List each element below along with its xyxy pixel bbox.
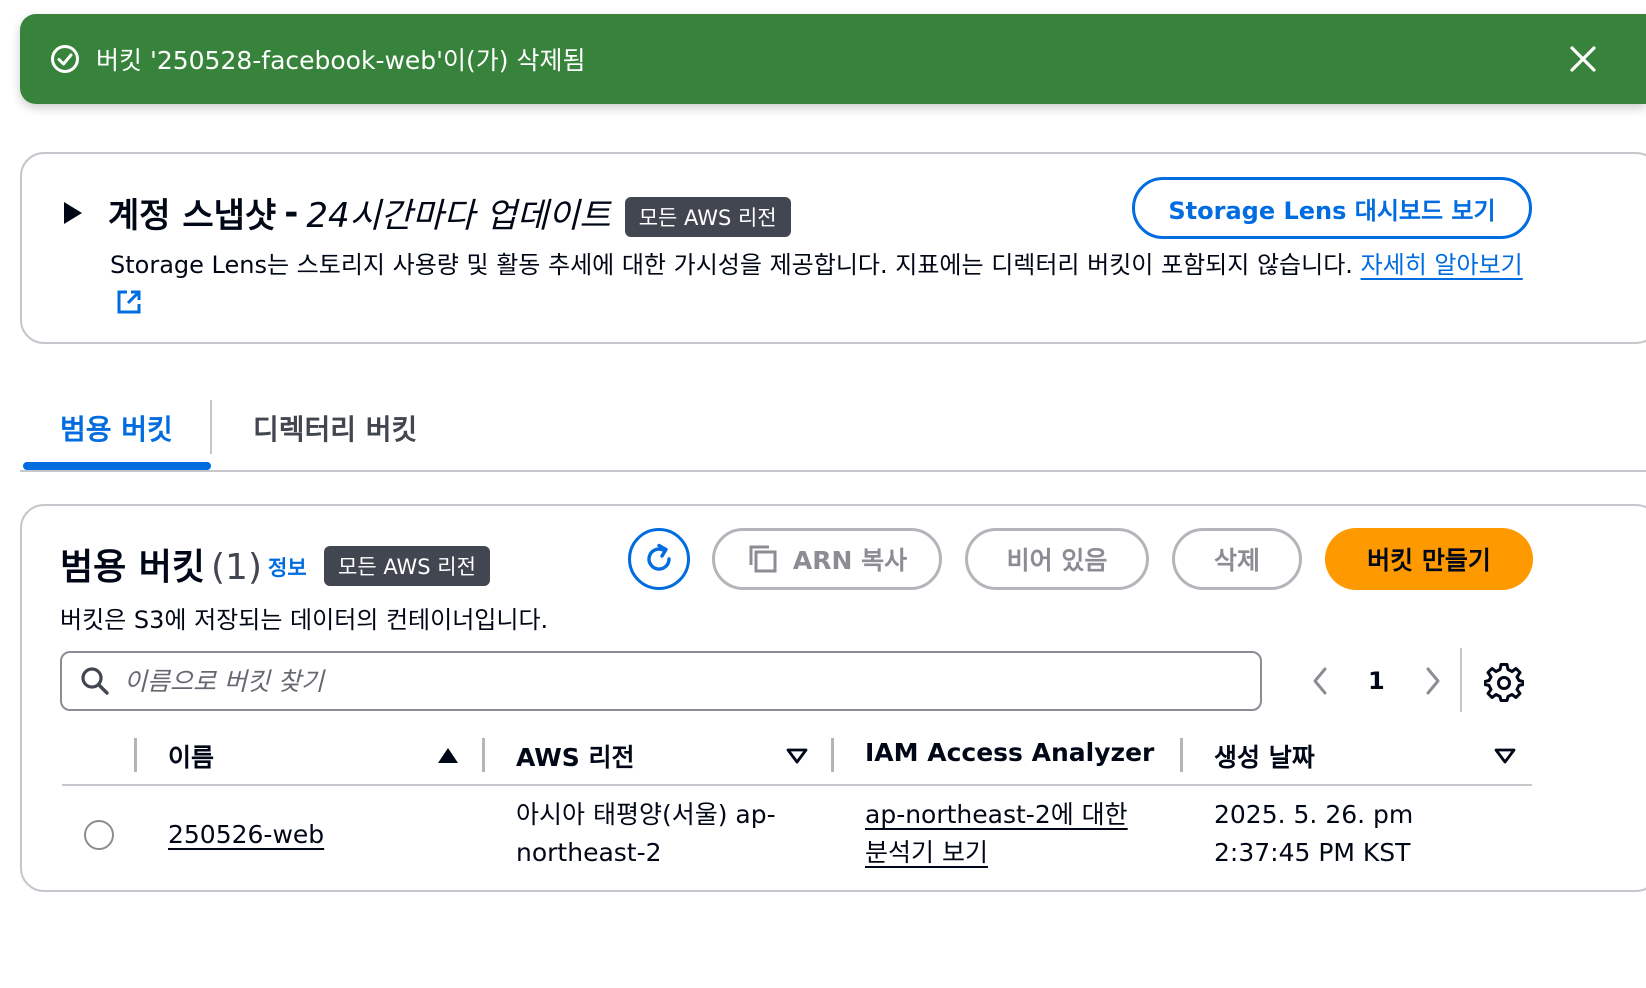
buckets-title-text: 범용 버킷 — [60, 547, 206, 588]
gear-icon[interactable] — [1484, 663, 1524, 703]
column-region-header[interactable]: AWS 리전 — [516, 738, 635, 774]
refresh-icon — [647, 543, 671, 571]
account-snapshot-panel: 계정 스냅샷 - 24시간마다 업데이트 모든 AWS 리전 Storage L… — [20, 152, 1646, 344]
view-storage-lens-dashboard-button[interactable]: Storage Lens 대시보드 보기 — [1132, 177, 1532, 239]
column-divider[interactable] — [482, 738, 485, 772]
snapshot-update-frequency: 24시간마다 업데이트 — [306, 196, 611, 236]
tab-general-purpose-buckets[interactable]: 범용 버킷 — [60, 408, 173, 448]
flash-success-banner: 버킷 '250528-facebook-web'이(가) 삭제됨 — [20, 14, 1646, 104]
column-divider[interactable] — [134, 738, 137, 772]
region-badge: 모든 AWS 리전 — [324, 546, 490, 586]
create-bucket-button[interactable]: 버킷 만들기 — [1325, 528, 1533, 590]
delete-bucket-button[interactable]: 삭제 — [1172, 528, 1302, 590]
buckets-title: 범용 버킷 (1) — [60, 538, 262, 590]
snapshot-description: Storage Lens는 스토리지 사용량 및 활동 추세에 대한 가시성을 … — [110, 246, 1540, 322]
copy-arn-label: ARN 복사 — [792, 546, 908, 575]
bucket-search[interactable] — [60, 651, 1262, 711]
empty-bucket-button[interactable]: 비어 있음 — [965, 528, 1149, 590]
bucket-name-link[interactable]: 250526-web — [168, 816, 324, 854]
column-iam-header[interactable]: IAM Access Analyzer — [865, 738, 1154, 767]
check-circle-icon — [51, 45, 79, 73]
external-link-icon[interactable] — [116, 289, 142, 315]
bucket-creation-date: 2025. 5. 26. pm 2:37:45 PM KST — [1214, 800, 1414, 867]
bucket-region: 아시아 태평양(서울) ap-northeast-2 — [516, 800, 776, 867]
copy-icon — [749, 545, 777, 573]
learn-more-link[interactable]: 자세히 알아보기 — [1361, 251, 1523, 279]
table-header: 이름 AWS 리전 IAM Access Analyzer 생성 날짜 — [62, 730, 1532, 786]
snapshot-title-dash: - — [284, 192, 299, 233]
general-purpose-buckets-panel: 범용 버킷 (1) 정보 모든 AWS 리전 버킷은 S3에 저장되는 데이터의 … — [20, 504, 1646, 892]
search-input[interactable] — [124, 666, 1224, 696]
sort-descending-icon[interactable] — [786, 748, 808, 764]
snapshot-description-text: Storage Lens는 스토리지 사용량 및 활동 추세에 대한 가시성을 … — [110, 251, 1353, 279]
flash-message: 버킷 '250528-facebook-web'이(가) 삭제됨 — [96, 46, 586, 75]
info-link[interactable]: 정보 — [268, 552, 307, 582]
caret-right-icon[interactable] — [64, 201, 82, 224]
snapshot-header[interactable]: 계정 스냅샷 - 24시간마다 업데이트 모든 AWS 리전 — [64, 188, 791, 237]
previous-page-button[interactable] — [1302, 663, 1338, 699]
sort-ascending-icon[interactable] — [438, 748, 458, 763]
chevron-left-icon — [1313, 667, 1327, 695]
buckets-description: 버킷은 S3에 저장되는 데이터의 컨테이너입니다. — [60, 606, 549, 634]
region-badge: 모든 AWS 리전 — [624, 196, 791, 237]
search-icon — [81, 667, 109, 695]
column-created-header[interactable]: 생성 날짜 — [1214, 738, 1315, 774]
bucket-type-tabs: 범용 버킷 디렉터리 버킷 — [20, 390, 1646, 472]
next-page-button[interactable] — [1415, 663, 1451, 699]
close-icon[interactable] — [1568, 44, 1598, 74]
snapshot-title: 계정 스냅샷 — [108, 196, 277, 236]
row-select-radio[interactable] — [84, 820, 114, 850]
sort-descending-icon[interactable] — [1494, 748, 1516, 764]
column-name-header[interactable]: 이름 — [168, 738, 214, 774]
table-row: 250526-web 아시아 태평양(서울) ap-northeast-2 ap… — [62, 788, 1532, 888]
column-divider[interactable] — [1180, 738, 1183, 772]
bucket-count: (1) — [211, 547, 263, 588]
current-page[interactable]: 1 — [1368, 667, 1385, 695]
active-tab-indicator — [23, 462, 211, 470]
refresh-button[interactable] — [628, 528, 690, 590]
copy-arn-button[interactable]: ARN 복사 — [712, 528, 942, 590]
tab-directory-buckets[interactable]: 디렉터리 버킷 — [253, 408, 417, 448]
column-divider[interactable] — [831, 738, 834, 772]
iam-analyzer-link[interactable]: ap-northeast-2에 대한 분석기 보기 — [865, 796, 1155, 872]
chevron-right-icon — [1426, 667, 1440, 695]
pagination: 1 — [1302, 656, 1451, 706]
pagination-divider — [1460, 648, 1462, 712]
tab-divider — [210, 400, 212, 454]
